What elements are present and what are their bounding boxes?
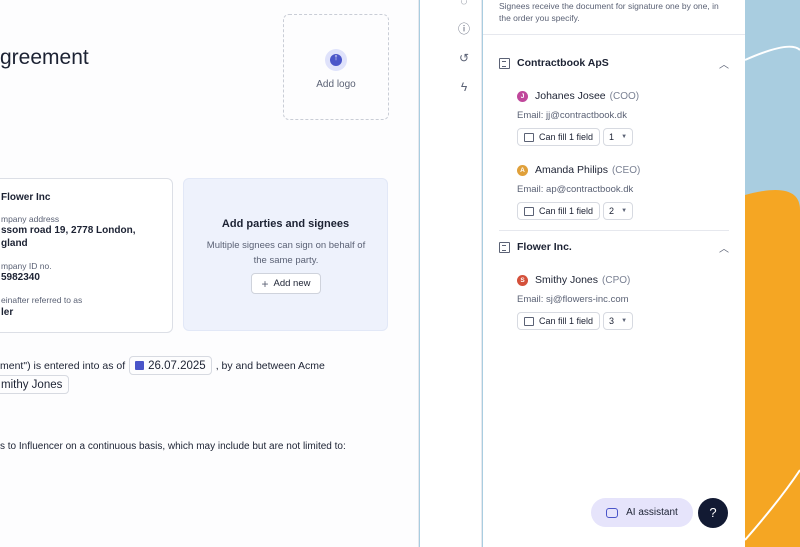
company-id-value: 5982340 (1, 272, 40, 283)
upload-icon: ↑ (325, 49, 347, 71)
signing-order-value: 1 (609, 132, 615, 142)
fill-permission-button[interactable]: Can fill 1 field (517, 202, 601, 220)
divider (499, 230, 729, 231)
add-logo-button[interactable]: ↑ Add logo (283, 14, 389, 120)
signee-name: Smithy Jones (535, 274, 599, 286)
tool-rail: ◌ ⓘ ↺ ϟ (420, 0, 482, 547)
chevron-up-icon[interactable]: ︿ (719, 56, 729, 71)
history-icon[interactable]: ↺ (457, 51, 471, 65)
date-value: 26.07.2025 (148, 359, 206, 372)
signing-order-select[interactable]: 1 ▼ (603, 128, 634, 146)
fill-permission-label: Can fill 1 field (539, 132, 594, 142)
party-card-flower[interactable]: Flower Inc mpany address ssom road 19, 2… (0, 178, 173, 333)
add-logo-label: Add logo (316, 79, 356, 90)
avatar: A (517, 164, 528, 176)
signing-order-intro: Signees receive the document for signatu… (499, 1, 719, 23)
document-editor: greement ↑ Add logo Flower Inc mpany add… (0, 0, 419, 547)
company-id-label: mpany ID no. (1, 261, 52, 271)
services-text: s to Influencer on a continuous basis, w… (0, 441, 346, 452)
fill-permission-label: Can fill 1 field (539, 316, 594, 326)
add-new-label: Add new (273, 278, 311, 289)
agreement-text-pre: ment") is entered into as of (0, 359, 126, 372)
plus-icon: + (261, 276, 269, 291)
organization-name: Contractbook ApS (517, 57, 609, 69)
add-parties-title: Add parties and signees (221, 218, 350, 230)
ai-assistant-icon (606, 507, 619, 518)
signee-email: Email: jj@contractbook.dk (517, 110, 627, 121)
signing-order-value: 3 (609, 316, 615, 326)
fill-permission-label: Can fill 1 field (539, 206, 594, 216)
fill-permission-button[interactable]: Can fill 1 field (517, 312, 601, 330)
fill-permission-button[interactable]: Can fill 1 field (517, 128, 601, 146)
organization-header-flower[interactable]: Flower Inc. ︿ (499, 239, 729, 255)
avatar: J (517, 90, 528, 102)
signee-name: Amanda Philips (535, 164, 608, 176)
field-icon (524, 206, 534, 216)
caret-down-icon: ▼ (621, 208, 628, 214)
caret-down-icon: ▼ (621, 318, 628, 324)
referred-value: ler (1, 307, 14, 318)
lightning-icon[interactable]: ϟ (457, 80, 471, 94)
referred-label: einafter referred to as (1, 295, 83, 305)
add-parties-card: Add parties and signees Multiple signees… (183, 178, 388, 331)
agreement-intro-line: ment") is entered into as of 26.07.2025 … (0, 356, 325, 375)
building-icon (499, 57, 510, 69)
field-icon (524, 132, 534, 142)
signee-role: (CPO) (602, 274, 631, 286)
divider (483, 34, 745, 35)
signee-name: Johanes Josee (535, 90, 606, 102)
building-icon (499, 241, 510, 253)
organization-header-contractbook[interactable]: Contractbook ApS ︿ (499, 55, 729, 71)
comment-icon[interactable]: ◌ (457, 0, 471, 8)
signee-smithy-jones: S Smithy Jones (CPO) Email: sj@flowers-i… (517, 273, 717, 330)
avatar: S (517, 274, 528, 286)
signees-panel: Signees receive the document for signatu… (483, 0, 745, 547)
signing-order-value: 2 (609, 206, 615, 216)
address-line1: ssom road 19, 2778 London, (1, 225, 136, 236)
field-icon (524, 316, 534, 326)
organization-name: Flower Inc. (517, 241, 572, 253)
signing-order-select[interactable]: 3 ▼ (603, 312, 634, 330)
info-icon[interactable]: ⓘ (457, 22, 471, 36)
signee-name-field[interactable]: mithy Jones (0, 375, 70, 394)
signing-order-select[interactable]: 2 ▼ (603, 202, 634, 220)
signee-email: Email: sj@flowers-inc.com (517, 294, 629, 305)
signee-role: (COO) (609, 90, 640, 102)
help-button[interactable]: ? (698, 498, 728, 528)
signee-role: (CEO) (611, 164, 641, 176)
ai-assistant-button[interactable]: AI assistant (591, 498, 693, 527)
date-field[interactable]: 26.07.2025 (129, 356, 212, 375)
address-line2: gland (1, 238, 28, 249)
agreement-text-post: , by and between Acme (215, 359, 325, 372)
signee-email: Email: ap@contractbook.dk (517, 184, 634, 195)
document-title[interactable]: greement (0, 46, 89, 70)
signee-amanda-philips: A Amanda Philips (CEO) Email: ap@contrac… (517, 163, 717, 220)
caret-down-icon: ▼ (621, 134, 628, 140)
ai-assistant-label: AI assistant (626, 507, 678, 518)
address-label: mpany address (1, 214, 60, 224)
chevron-up-icon[interactable]: ︿ (719, 240, 729, 255)
add-new-button[interactable]: + Add new (251, 273, 321, 294)
add-parties-description: Multiple signees can sign on behalf of t… (206, 240, 366, 266)
party-name: Flower Inc (1, 192, 51, 203)
calendar-icon (135, 361, 145, 370)
signee-johanes-josee: J Johanes Josee (COO) Email: jj@contract… (517, 89, 717, 146)
